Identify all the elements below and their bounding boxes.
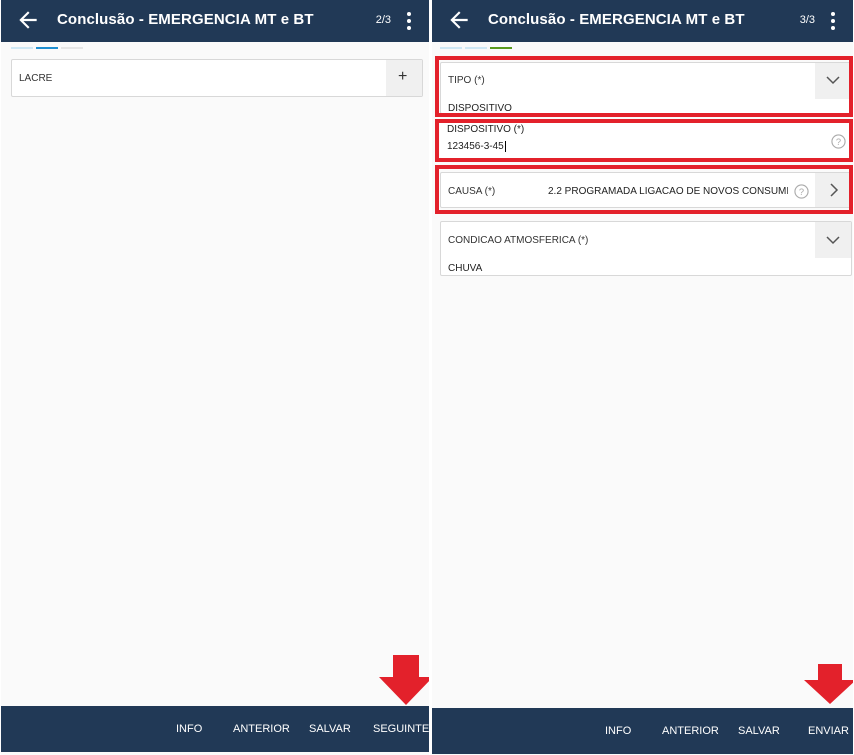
seguinte-button[interactable]: SEGUINTE — [373, 723, 429, 735]
more-vert-icon[interactable] — [397, 8, 421, 34]
screen-page-2: Conclusão - EMERGENCIA MT e BT 2/3 LACRE… — [1, 0, 429, 755]
anterior-button[interactable]: ANTERIOR — [662, 725, 719, 737]
step-1 — [11, 47, 33, 49]
red-down-arrow-icon — [379, 655, 429, 705]
condicao-field[interactable]: CONDICAO ATMOSFERICA (*) CHUVA — [440, 221, 852, 276]
page-title: Conclusão - EMERGENCIA MT e BT — [488, 11, 745, 28]
plus-icon: + — [398, 68, 408, 85]
step-2-active — [36, 47, 58, 49]
page-counter: 2/3 — [375, 14, 391, 26]
anterior-button[interactable]: ANTERIOR — [233, 723, 290, 735]
bottom-action-bar: INFO ANTERIOR SALVAR SEGUINTE — [1, 706, 429, 752]
more-vert-icon[interactable] — [821, 8, 845, 34]
condicao-label: CONDICAO ATMOSFERICA (*) — [448, 235, 589, 246]
lacre-label: LACRE — [19, 73, 53, 84]
highlight-causa — [435, 165, 853, 214]
step-3-active — [490, 47, 512, 49]
screen-page-3: Conclusão - EMERGENCIA MT e BT 3/3 TIPO … — [432, 0, 853, 755]
highlight-tipo — [435, 56, 853, 117]
enviar-button[interactable]: ENVIAR — [808, 725, 849, 737]
step-2 — [465, 47, 487, 49]
highlight-dispositivo — [435, 119, 853, 162]
info-button[interactable]: INFO — [605, 725, 631, 737]
chevron-down-icon — [826, 236, 840, 245]
app-bar: Conclusão - EMERGENCIA MT e BT 3/3 — [432, 0, 853, 42]
page-title: Conclusão - EMERGENCIA MT e BT — [57, 11, 314, 28]
app-bar: Conclusão - EMERGENCIA MT e BT 2/3 — [1, 0, 429, 42]
condicao-dropdown-button[interactable] — [815, 222, 851, 258]
lacre-field[interactable]: LACRE + — [11, 59, 423, 97]
condicao-value: CHUVA — [448, 263, 483, 274]
salvar-button[interactable]: SALVAR — [738, 725, 780, 737]
info-button[interactable]: INFO — [176, 723, 202, 735]
salvar-button[interactable]: SALVAR — [309, 723, 351, 735]
step-3 — [61, 47, 83, 49]
back-arrow-icon[interactable] — [446, 7, 472, 33]
step-1 — [440, 47, 462, 49]
bottom-action-bar: INFO ANTERIOR SALVAR ENVIAR — [432, 708, 853, 754]
red-down-arrow-icon — [804, 664, 853, 704]
add-lacre-button[interactable]: + — [386, 60, 422, 96]
back-arrow-icon[interactable] — [15, 7, 41, 33]
page-counter: 3/3 — [799, 14, 815, 26]
